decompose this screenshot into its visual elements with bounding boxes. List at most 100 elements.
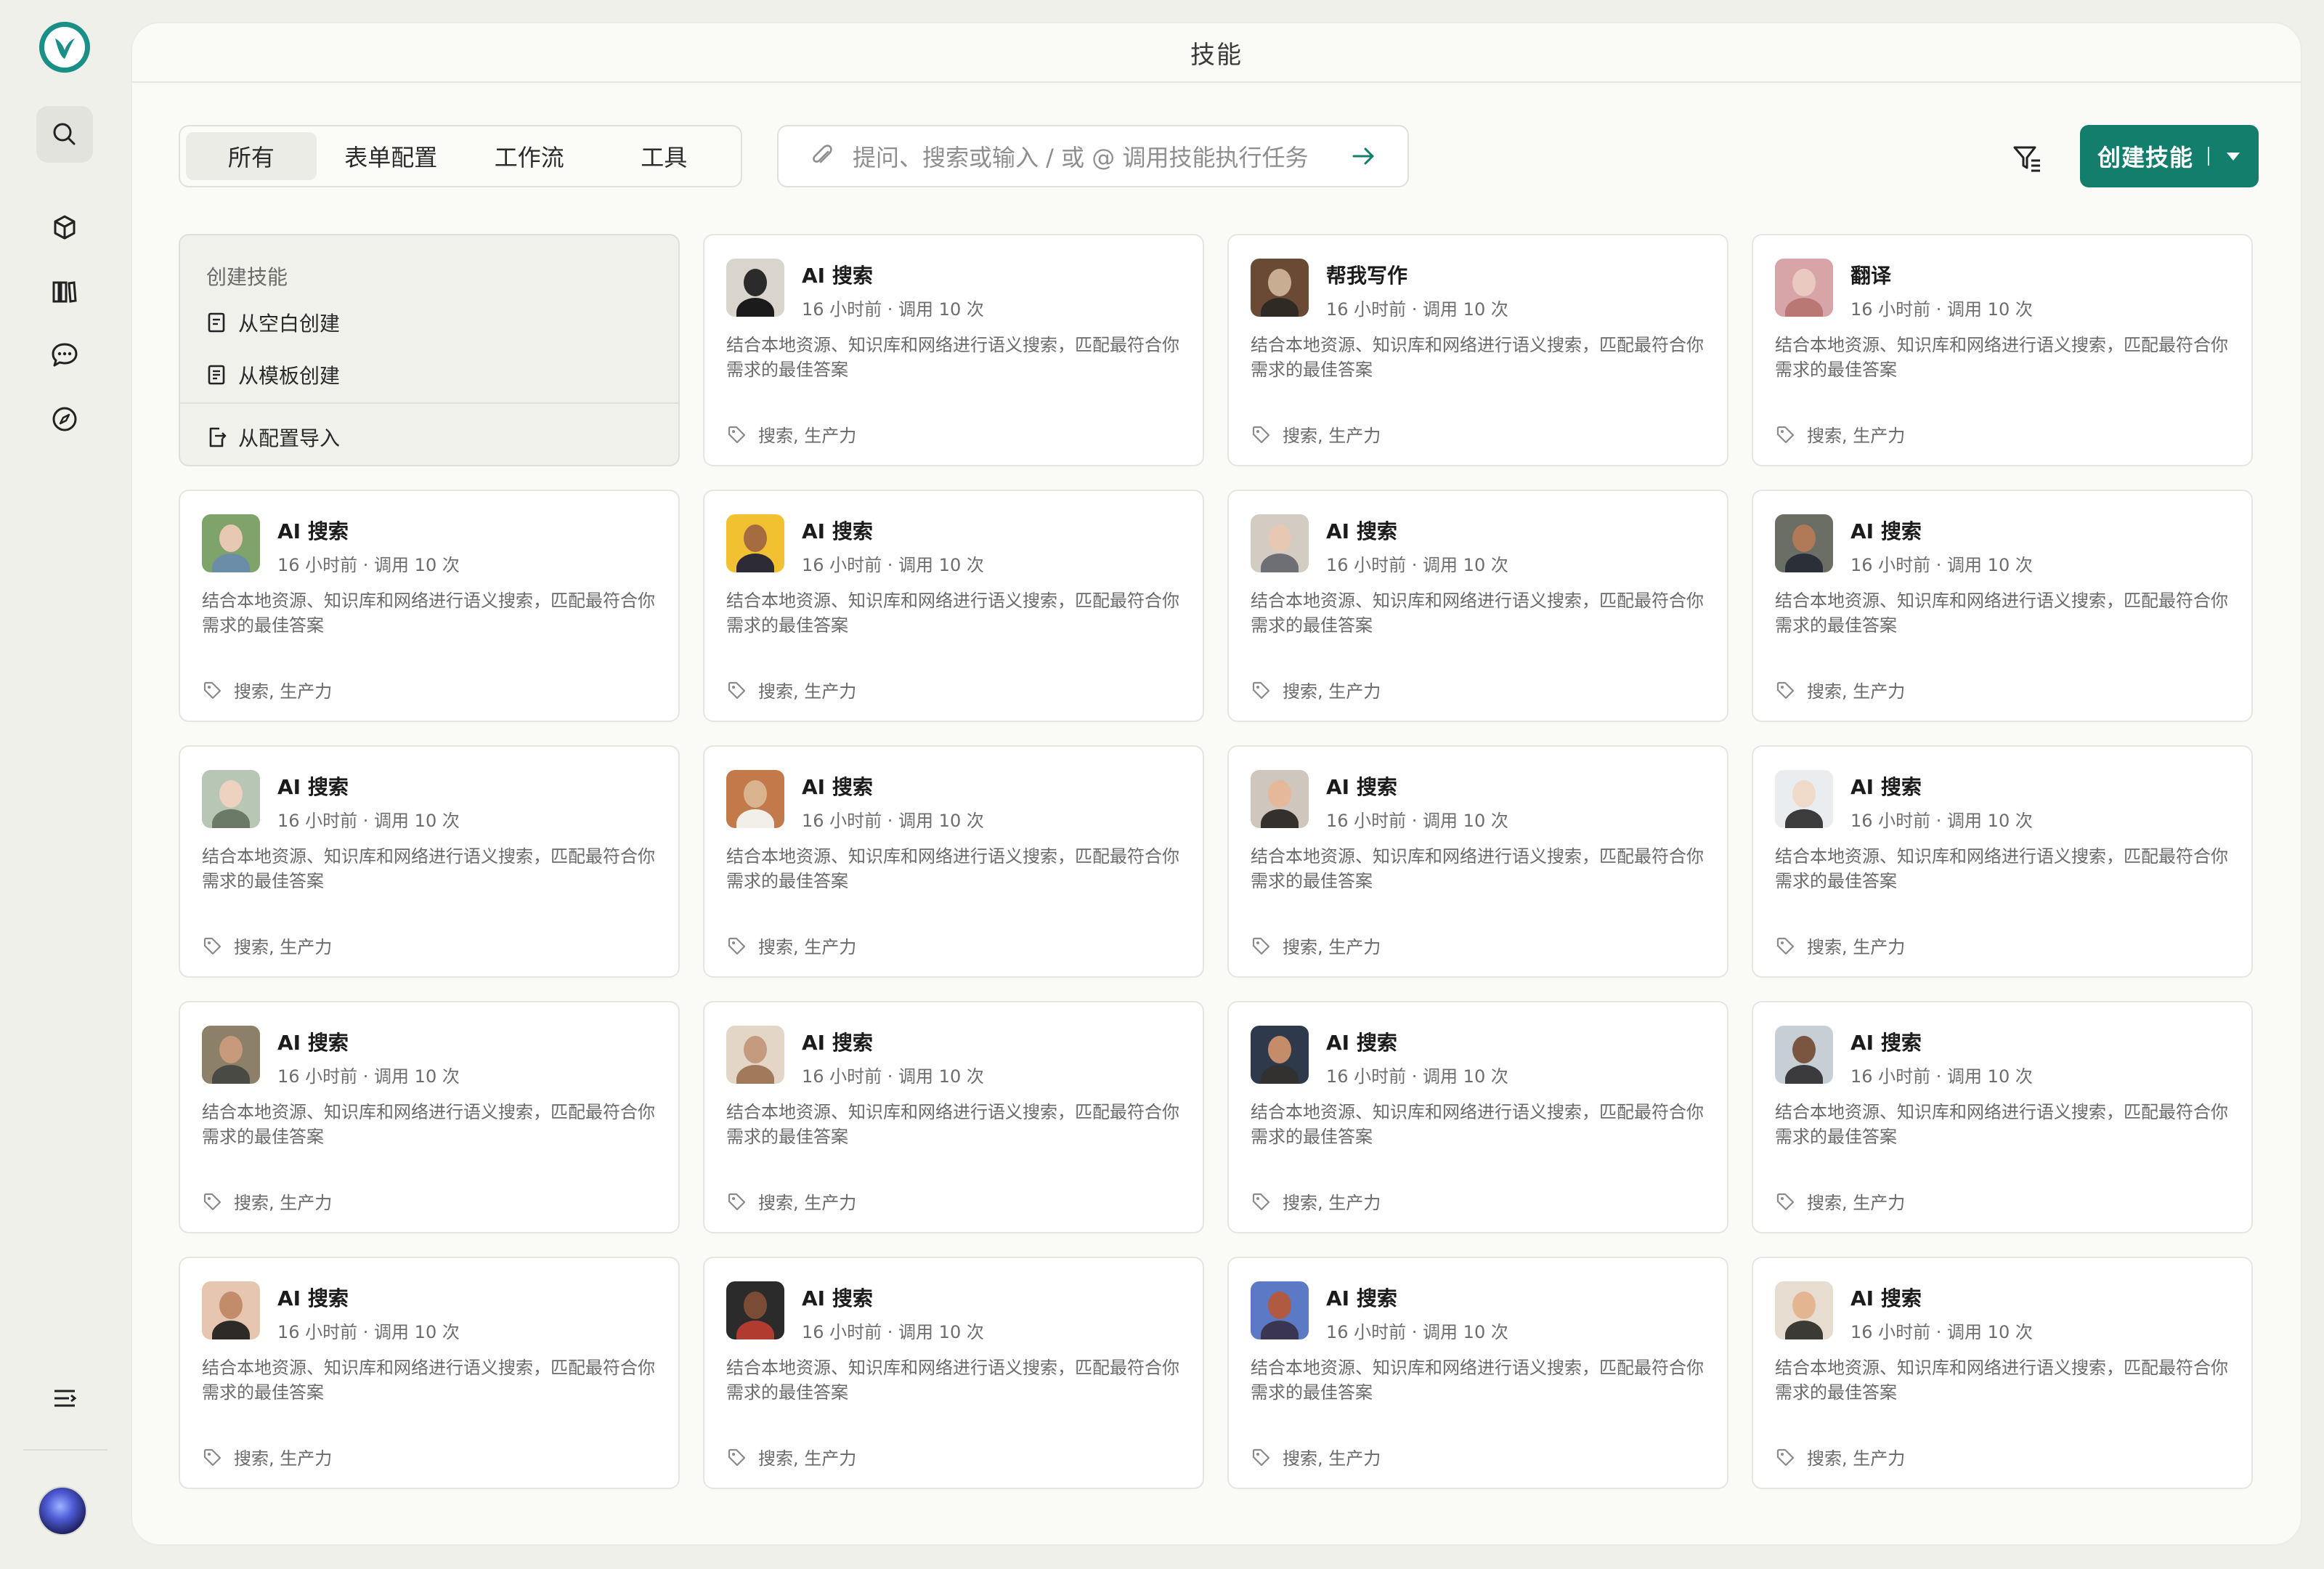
tab-tools[interactable]: 工具 (593, 132, 735, 180)
main-panel: 技能 所有 表单配置 工作流 工具 提问、搜索或输入 / 或 @ 调用技能执行任… (131, 22, 2302, 1546)
skill-description: 结合本地资源、知识库和网络进行语义搜索，匹配最符合你需求的最佳答案 (202, 591, 655, 636)
skill-card[interactable]: AI 搜索 16 小时前 · 调用 10 次 结合本地资源、知识库和网络进行语义… (1227, 1001, 1728, 1233)
skill-description: 结合本地资源、知识库和网络进行语义搜索，匹配最符合你需求的最佳答案 (1251, 1358, 1704, 1403)
cube-icon[interactable] (36, 199, 93, 256)
skill-name: AI 搜索 (277, 519, 349, 543)
skill-card[interactable]: AI 搜索 16 小时前 · 调用 10 次 结合本地资源、知识库和网络进行语义… (703, 234, 1204, 466)
skill-name: AI 搜索 (1326, 1031, 1397, 1055)
import-config-item[interactable]: 从配置导入 (205, 423, 340, 452)
create-skill-label: 创建技能 (2097, 144, 2194, 171)
tag-icon (1776, 1193, 1795, 1210)
skill-tags-text: 搜索, 生产力 (758, 681, 857, 702)
rail-divider (23, 1449, 107, 1451)
skill-card[interactable]: 帮我写作 16 小时前 · 调用 10 次 结合本地资源、知识库和网络进行语义搜… (1227, 234, 1728, 466)
skill-description: 结合本地资源、知识库和网络进行语义搜索，匹配最符合你需求的最佳答案 (1775, 1102, 2228, 1147)
skill-avatar (202, 514, 260, 572)
filter-icon[interactable] (2007, 138, 2048, 179)
skill-card[interactable]: AI 搜索 16 小时前 · 调用 10 次 结合本地资源、知识库和网络进行语义… (1227, 745, 1728, 978)
skill-name: AI 搜索 (802, 1031, 873, 1055)
compass-icon[interactable] (36, 391, 93, 447)
create-template-item[interactable]: 从模板创建 (205, 360, 340, 389)
library-icon[interactable] (36, 263, 93, 320)
skill-card[interactable]: AI 搜索 16 小时前 · 调用 10 次 结合本地资源、知识库和网络进行语义… (1752, 1001, 2253, 1233)
skill-name: 翻译 (1850, 264, 1892, 288)
skill-description: 结合本地资源、知识库和网络进行语义搜索，匹配最符合你需求的最佳答案 (1251, 591, 1704, 636)
skill-card[interactable]: AI 搜索 16 小时前 · 调用 10 次 结合本地资源、知识库和网络进行语义… (703, 745, 1204, 978)
skill-avatar (1775, 1281, 1833, 1339)
arrow-right-icon[interactable] (1349, 142, 1378, 171)
tab-workflow[interactable]: 工作流 (466, 132, 593, 180)
tag-icon (728, 937, 746, 954)
skill-tags-text: 搜索, 生产力 (1283, 1448, 1381, 1469)
skill-tags: 搜索, 生产力 (202, 1188, 332, 1214)
skill-name: AI 搜索 (802, 1286, 873, 1310)
skill-tags-text: 搜索, 生产力 (1807, 1193, 1906, 1213)
skill-card[interactable]: 翻译 16 小时前 · 调用 10 次 结合本地资源、知识库和网络进行语义搜索，… (1752, 234, 2253, 466)
tag-icon (1776, 681, 1795, 699)
skill-tags-text: 搜索, 生产力 (758, 1448, 857, 1469)
skill-tags-text: 搜索, 生产力 (758, 937, 857, 957)
skill-card[interactable]: AI 搜索 16 小时前 · 调用 10 次 结合本地资源、知识库和网络进行语义… (703, 1001, 1204, 1233)
search-placeholder: 提问、搜索或输入 / 或 @ 调用技能执行任务 (853, 144, 1309, 171)
skill-tags: 搜索, 生产力 (1775, 421, 1905, 447)
skill-card[interactable]: AI 搜索 16 小时前 · 调用 10 次 结合本地资源、知识库和网络进行语义… (703, 490, 1204, 722)
skill-card[interactable]: AI 搜索 16 小时前 · 调用 10 次 结合本地资源、知识库和网络进行语义… (1752, 490, 2253, 722)
search-input[interactable]: 提问、搜索或输入 / 或 @ 调用技能执行任务 (777, 125, 1409, 187)
skill-tags: 搜索, 生产力 (1251, 933, 1381, 958)
skill-card[interactable]: AI 搜索 16 小时前 · 调用 10 次 结合本地资源、知识库和网络进行语义… (703, 1257, 1204, 1489)
leaf-logo-icon[interactable] (39, 22, 90, 73)
skill-card[interactable]: AI 搜索 16 小时前 · 调用 10 次 结合本地资源、知识库和网络进行语义… (1752, 745, 2253, 978)
skill-description: 结合本地资源、知识库和网络进行语义搜索，匹配最符合你需求的最佳答案 (726, 1102, 1179, 1147)
skill-meta: 16 小时前 · 调用 10 次 (802, 1066, 984, 1087)
skill-tags: 搜索, 生产力 (726, 1188, 856, 1214)
skill-tags-text: 搜索, 生产力 (1283, 937, 1381, 957)
skill-card[interactable]: AI 搜索 16 小时前 · 调用 10 次 结合本地资源、知识库和网络进行语义… (179, 1001, 680, 1233)
skill-tags: 搜索, 生产力 (1775, 933, 1905, 958)
skill-tags-text: 搜索, 生产力 (1283, 681, 1381, 702)
skill-card[interactable]: AI 搜索 16 小时前 · 调用 10 次 结合本地资源、知识库和网络进行语义… (1227, 1257, 1728, 1489)
attachment-icon[interactable] (808, 142, 837, 171)
create-blank-item[interactable]: 从空白创建 (205, 308, 340, 337)
skill-meta: 16 小时前 · 调用 10 次 (802, 555, 984, 575)
skill-name: AI 搜索 (277, 775, 349, 799)
tag-icon (1252, 426, 1270, 443)
skill-card[interactable]: AI 搜索 16 小时前 · 调用 10 次 结合本地资源、知识库和网络进行语义… (1752, 1257, 2253, 1489)
skill-card[interactable]: AI 搜索 16 小时前 · 调用 10 次 结合本地资源、知识库和网络进行语义… (179, 490, 680, 722)
skill-tags: 搜索, 生产力 (202, 933, 332, 958)
tab-form-config[interactable]: 表单配置 (317, 132, 466, 180)
chat-icon[interactable] (36, 327, 93, 384)
template-icon (208, 365, 225, 385)
skill-description: 结合本地资源、知识库和网络进行语义搜索，匹配最符合你需求的最佳答案 (202, 1102, 655, 1147)
skill-name: AI 搜索 (802, 775, 873, 799)
skill-name: AI 搜索 (802, 519, 873, 543)
left-rail (0, 0, 128, 1569)
tag-icon (1252, 1193, 1270, 1210)
tag-icon (203, 681, 222, 699)
tag-icon (728, 681, 746, 699)
skill-tags-text: 搜索, 生产力 (1283, 426, 1381, 446)
skill-meta: 16 小时前 · 调用 10 次 (1850, 555, 2033, 575)
skill-name: AI 搜索 (277, 1031, 349, 1055)
menu-icon[interactable] (36, 1370, 93, 1427)
skill-description: 结合本地资源、知识库和网络进行语义搜索，匹配最符合你需求的最佳答案 (1775, 1358, 2228, 1403)
tag-icon (1252, 1448, 1270, 1466)
user-avatar[interactable] (38, 1486, 87, 1536)
skill-card[interactable]: AI 搜索 16 小时前 · 调用 10 次 结合本地资源、知识库和网络进行语义… (179, 745, 680, 978)
panel-header: 技能 (132, 23, 2301, 83)
page-title: 技能 (1190, 40, 1243, 70)
skill-card[interactable]: AI 搜索 16 小时前 · 调用 10 次 结合本地资源、知识库和网络进行语义… (1227, 490, 1728, 722)
tag-icon (1252, 681, 1270, 699)
skill-meta: 16 小时前 · 调用 10 次 (1850, 811, 2033, 831)
skill-tags-text: 搜索, 生产力 (234, 681, 333, 702)
skill-tags: 搜索, 生产力 (1251, 677, 1381, 702)
skill-card[interactable]: AI 搜索 16 小时前 · 调用 10 次 结合本地资源、知识库和网络进行语义… (179, 1257, 680, 1489)
chevron-down-icon[interactable] (2224, 147, 2243, 166)
skill-tags: 搜索, 生产力 (726, 421, 856, 447)
skill-description: 结合本地资源、知识库和网络进行语义搜索，匹配最符合你需求的最佳答案 (202, 846, 655, 891)
skill-avatar (1251, 259, 1309, 317)
create-skill-button[interactable]: 创建技能 (2080, 125, 2259, 187)
skill-avatar (202, 1281, 260, 1339)
search-icon[interactable] (36, 106, 93, 163)
skill-name: AI 搜索 (1850, 775, 1922, 799)
tab-all[interactable]: 所有 (186, 132, 317, 180)
